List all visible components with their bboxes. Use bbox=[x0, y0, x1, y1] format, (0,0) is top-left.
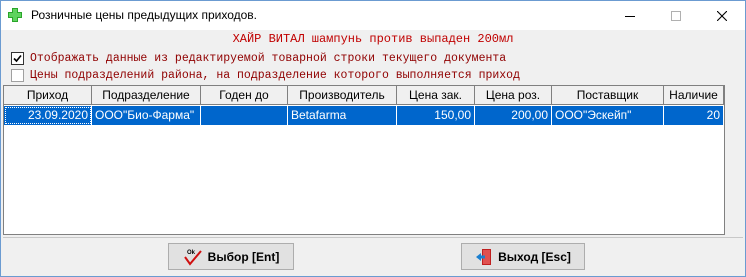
cell-department[interactable]: ООО"Био-Фарма" bbox=[92, 106, 201, 125]
checkbox-checked[interactable] bbox=[11, 51, 24, 65]
exit-button-label: Выход [Esc] bbox=[498, 249, 571, 264]
minimize-icon bbox=[625, 15, 635, 17]
column-header-stock[interactable]: Наличие bbox=[664, 86, 724, 105]
column-header-department[interactable]: Подразделение bbox=[92, 86, 201, 105]
column-header-receipt[interactable]: Приход bbox=[4, 86, 92, 105]
cell-stock[interactable]: 20 bbox=[664, 106, 724, 125]
option-label: Отображать данные из редактируемой товар… bbox=[30, 51, 507, 65]
svg-text:Ok: Ok bbox=[187, 250, 196, 256]
column-header-expiry[interactable]: Годен до bbox=[201, 86, 288, 105]
title-bar[interactable]: Розничные цены предыдущих приходов. bbox=[1, 1, 745, 30]
green-cross-icon bbox=[8, 8, 22, 22]
cell-retail-price[interactable]: 200,00 bbox=[475, 106, 552, 125]
product-name: ХАЙР ВИТАЛ шампунь против выпаден 200мл bbox=[232, 32, 514, 46]
maximize-button[interactable] bbox=[653, 1, 699, 30]
select-button-label: Выбор [Ent] bbox=[207, 249, 280, 264]
table-header: Приход Подразделение Годен до Производит… bbox=[4, 86, 724, 105]
receipts-table[interactable]: Приход Подразделение Годен до Производит… bbox=[3, 85, 725, 235]
option-current-document[interactable]: Отображать данные из редактируемой товар… bbox=[11, 51, 506, 65]
ok-checkmark-icon: Ok bbox=[183, 250, 202, 266]
window-title: Розничные цены предыдущих приходов. bbox=[31, 8, 258, 22]
minimize-button[interactable] bbox=[607, 1, 653, 30]
cell-expiry[interactable] bbox=[201, 106, 288, 125]
cell-purchase-price[interactable]: 150,00 bbox=[397, 106, 475, 125]
exit-button[interactable]: Выход [Esc] bbox=[461, 243, 585, 270]
checkbox-unchecked[interactable] bbox=[11, 68, 24, 82]
cell-supplier[interactable]: ООО"Эскейп" bbox=[552, 106, 664, 125]
exit-door-icon bbox=[476, 248, 492, 265]
close-icon bbox=[717, 10, 727, 21]
select-button[interactable]: Ok Выбор [Ent] bbox=[168, 243, 294, 270]
option-district-prices[interactable]: Цены подразделений района, на подразделе… bbox=[11, 68, 520, 82]
cell-manufacturer[interactable]: Betafarma bbox=[288, 106, 397, 125]
maximize-icon bbox=[671, 10, 681, 21]
option-label: Цены подразделений района, на подразделе… bbox=[30, 68, 520, 82]
column-header-manufacturer[interactable]: Производитель bbox=[288, 86, 397, 105]
close-button[interactable] bbox=[699, 1, 745, 30]
dialog-window: Розничные цены предыдущих приходов. ХАЙР… bbox=[0, 0, 746, 277]
column-header-supplier[interactable]: Поставщик bbox=[552, 86, 664, 105]
column-header-purchase-price[interactable]: Цена зак. bbox=[397, 86, 475, 105]
column-header-retail-price[interactable]: Цена роз. bbox=[475, 86, 552, 105]
divider bbox=[3, 237, 743, 238]
table-row[interactable]: 23.09.2020 ООО"Био-Фарма" Betafarma 150,… bbox=[4, 106, 724, 125]
cell-receipt-date[interactable]: 23.09.2020 bbox=[4, 106, 92, 125]
checkmark-icon bbox=[13, 54, 22, 62]
